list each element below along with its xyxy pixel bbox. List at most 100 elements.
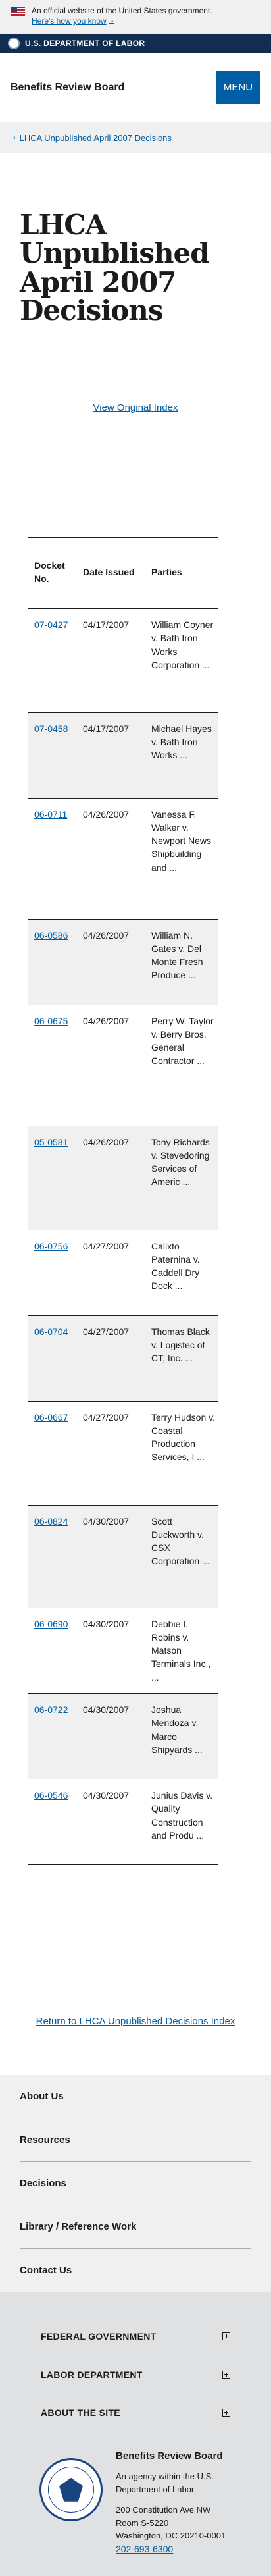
date-cell: 04/27/2007: [76, 1315, 145, 1402]
parties-cell: William Coyner v. Bath Iron Works Corpor…: [145, 608, 218, 713]
docket-cell: 05-0581: [28, 1126, 76, 1230]
docket-link[interactable]: 06-0704: [34, 1327, 68, 1337]
heres-how-you-know-link[interactable]: Here's how you know ⌄: [32, 16, 114, 26]
footer-nav-item-contact-us[interactable]: Contact Us: [20, 2249, 251, 2292]
site-title[interactable]: Benefits Review Board: [11, 82, 124, 93]
footer-nav: About Us Resources Decisions Library / Refe…: [0, 2074, 271, 2292]
decisions-table: Docket No. Date Issued Parties 07-0427 04…: [28, 537, 218, 1865]
docket-link[interactable]: 06-0667: [34, 1412, 68, 1423]
docket-cell: 06-0675: [28, 1005, 76, 1126]
docket-cell: 06-0711: [28, 798, 76, 920]
contact-address-2: Room S-5220: [116, 2517, 169, 2528]
return-to-index-link[interactable]: Return to LHCA Unpublished Decisions Ind…: [36, 2016, 235, 2027]
accordion-labor-department[interactable]: LABOR DEPARTMENT: [0, 2355, 271, 2394]
docket-link[interactable]: 07-0427: [34, 619, 68, 630]
accordion-about-the-site[interactable]: ABOUT THE SITE: [0, 2394, 271, 2432]
docket-link[interactable]: 06-0722: [34, 1704, 68, 1715]
parties-cell: Perry W. Taylor v. Berry Bros. General C…: [145, 1005, 218, 1126]
docket-link[interactable]: 06-0690: [34, 1619, 68, 1629]
breadcrumb: ‹ LHCA Unpublished April 2007 Decisions: [0, 122, 271, 153]
docket-link[interactable]: 07-0458: [34, 723, 68, 734]
contact-address-1: 200 Constitution Ave NW: [116, 2505, 211, 2515]
table-row: 06-0722 04/30/2007 Joshua Mendoza v. Marco…: [28, 1693, 218, 1779]
date-cell: 04/26/2007: [76, 1005, 145, 1126]
seal-ring: [48, 2466, 94, 2513]
date-cell: 04/30/2007: [76, 1693, 145, 1779]
table-row: 07-0458 04/17/2007 Michael Hayes v. Bath I…: [28, 712, 218, 799]
contact-phone-link[interactable]: 202-693-6300: [116, 2544, 173, 2554]
table-row: 06-0675 04/26/2007 Perry W. Taylor v. Berr…: [28, 1005, 218, 1126]
table-row: 06-0667 04/27/2007 Terry Hudson v. Coastal…: [28, 1401, 218, 1506]
us-flag-icon: [11, 7, 25, 16]
table-row: 06-0711 04/26/2007 Vanessa F. Walker v. Ne…: [28, 798, 218, 920]
parties-cell: Calixto Paternina v. Caddell Dry Dock ..…: [145, 1230, 218, 1316]
contact-block: Benefits Review Board An agency within t…: [0, 2432, 271, 2576]
gov-banner-text: An official website of the United States…: [32, 6, 212, 15]
gov-banner-text-wrap: An official website of the United States…: [32, 5, 212, 26]
plus-icon: [222, 2408, 230, 2417]
docket-link[interactable]: 06-0824: [34, 1516, 68, 1527]
docket-link[interactable]: 06-0675: [34, 1016, 68, 1026]
return-link-wrap: Return to LHCA Unpublished Decisions Ind…: [0, 2014, 271, 2030]
docket-cell: 06-0586: [28, 919, 76, 1005]
chevron-left-icon: ‹: [13, 134, 16, 142]
parties-cell: Thomas Black v. Logistec of CT, Inc. ...: [145, 1315, 218, 1402]
view-original-index-link[interactable]: View Original Index: [93, 402, 178, 413]
contact-address-3: Washington, DC 20210-0001: [116, 2531, 226, 2541]
docket-cell: 06-0824: [28, 1505, 76, 1608]
parties-cell: Junius Davis v. Quality Construction and…: [145, 1779, 218, 1865]
docket-link[interactable]: 05-0581: [34, 1137, 68, 1147]
parties-cell: Terry Hudson v. Coastal Production Servi…: [145, 1401, 218, 1506]
footer-nav-item-resources[interactable]: Resources: [20, 2118, 251, 2162]
breadcrumb-link[interactable]: LHCA Unpublished April 2007 Decisions: [20, 133, 172, 143]
docket-link[interactable]: 06-0546: [34, 1790, 68, 1801]
table-row: 06-0546 04/30/2007 Junius Davis v. Quality…: [28, 1779, 218, 1865]
date-cell: 04/27/2007: [76, 1230, 145, 1316]
table-header-row: Docket No. Date Issued Parties: [28, 537, 218, 608]
accordion-label: LABOR DEPARTMENT: [41, 2369, 143, 2380]
table-body: 07-0427 04/17/2007 William Coyner v. Bath …: [28, 608, 218, 1865]
date-cell: 04/17/2007: [76, 712, 145, 799]
view-original-wrap: View Original Index: [0, 402, 271, 422]
table-row: 06-0704 04/27/2007 Thomas Black v. Logiste…: [28, 1315, 218, 1402]
site-header: Benefits Review Board MENU: [0, 53, 271, 122]
docket-cell: 07-0458: [28, 712, 76, 799]
docket-cell: 06-0704: [28, 1315, 76, 1402]
docket-cell: 06-0690: [28, 1608, 76, 1694]
docket-link[interactable]: 06-0586: [34, 930, 68, 941]
contact-title: Benefits Review Board: [116, 2450, 223, 2461]
column-header-date: Date Issued: [83, 567, 135, 578]
gov-banner: An official website of the United States…: [0, 0, 271, 34]
contact-agency: An agency within the U.S. Department of …: [116, 2471, 214, 2494]
table-row: 06-0756 04/27/2007 Calixto Paternina v. Ca…: [28, 1230, 218, 1316]
accordion-label: FEDERAL GOVERNMENT: [41, 2330, 157, 2342]
date-cell: 04/26/2007: [76, 1126, 145, 1230]
contact-info: Benefits Review Board An agency within t…: [116, 2449, 241, 2556]
seal-eagle-shape: [59, 2477, 83, 2502]
column-header-docket: Docket No.: [34, 560, 65, 584]
table-row: 07-0427 04/17/2007 William Coyner v. Bath …: [28, 608, 218, 713]
table-row: 06-0824 04/30/2007 Scott Duckworth v. CSX …: [28, 1505, 218, 1608]
docket-cell: 06-0722: [28, 1693, 76, 1779]
plus-icon: [222, 2332, 230, 2340]
footer-nav-item-about-us[interactable]: About Us: [20, 2075, 251, 2118]
parties-cell: William N. Gates v. Del Monte Fresh Prod…: [145, 919, 218, 1005]
docket-cell: 06-0546: [28, 1779, 76, 1865]
date-cell: 04/17/2007: [76, 608, 145, 713]
parties-cell: Vanessa F. Walker v. Newport News Shipbu…: [145, 798, 218, 920]
date-cell: 04/27/2007: [76, 1401, 145, 1506]
parties-cell: Joshua Mendoza v. Marco Shipyards ...: [145, 1693, 218, 1779]
menu-button[interactable]: MENU: [216, 70, 260, 104]
footer-lower: FEDERAL GOVERNMENT LABOR DEPARTMENT ABOUT …: [0, 2292, 271, 2576]
parties-cell: Debbie I. Robins v. Matson Terminals Inc…: [145, 1608, 218, 1694]
heres-how-you-know-label: Here's how you know: [32, 16, 107, 26]
table-row: 05-0581 04/26/2007 Tony Richards v. Steved…: [28, 1126, 218, 1230]
docket-link[interactable]: 06-0756: [34, 1241, 68, 1251]
footer-nav-item-library-reference-work[interactable]: Library / Reference Work: [20, 2205, 251, 2249]
decisions-table-wrap: Docket No. Date Issued Parties 07-0427 04…: [28, 537, 218, 1865]
docket-cell: 07-0427: [28, 608, 76, 713]
footer-nav-item-decisions[interactable]: Decisions: [20, 2162, 251, 2205]
accordion-federal-government[interactable]: FEDERAL GOVERNMENT: [0, 2317, 271, 2355]
docket-link[interactable]: 06-0711: [34, 809, 67, 820]
date-cell: 04/30/2007: [76, 1779, 145, 1865]
